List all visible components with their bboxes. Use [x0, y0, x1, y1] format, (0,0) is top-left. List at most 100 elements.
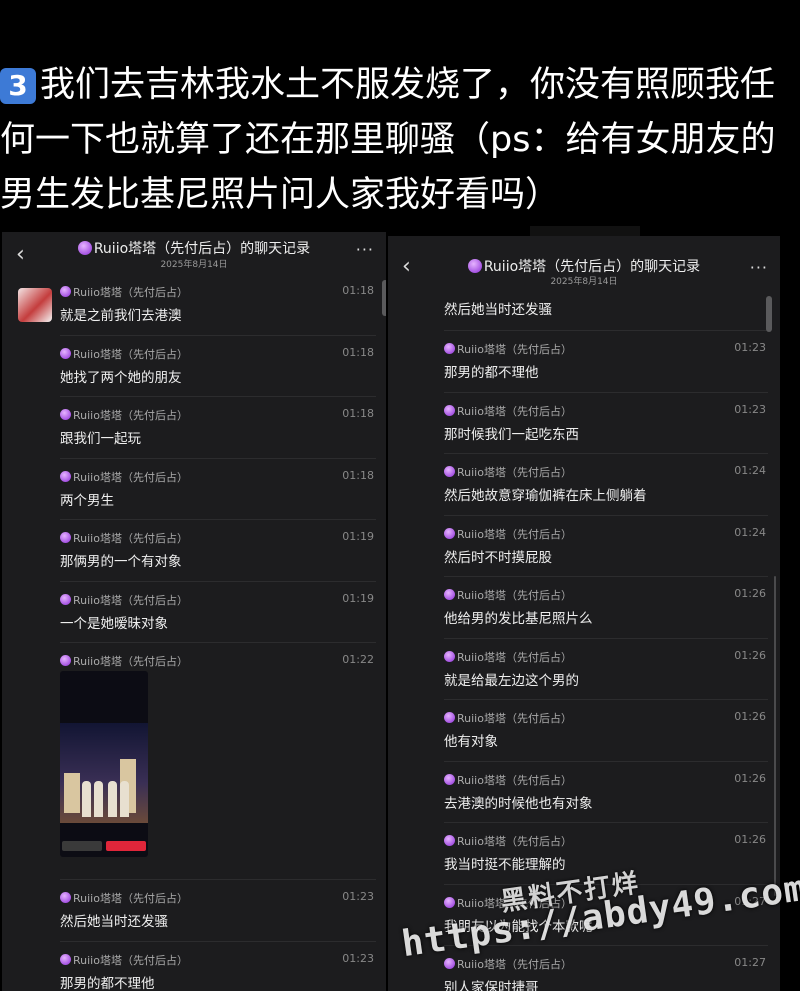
message-text: 他给男的发比基尼照片么	[444, 611, 593, 627]
avatar-icon	[60, 470, 71, 482]
list-item[interactable]: Ruiio塔塔（先付后占） 01:23 那男的都不理他	[60, 942, 376, 991]
message-time: 01:23	[734, 341, 766, 354]
list-item[interactable]: Ruiio塔塔（先付后占） 01:19 那俩男的一个有对象	[60, 520, 376, 582]
photo-building	[64, 773, 80, 813]
sender-name: Ruiio塔塔（先付后占）	[444, 649, 572, 665]
message-time: 01:26	[734, 833, 766, 846]
message-text: 那男的都不理他	[60, 975, 155, 991]
message-text: 就是之前我们去港澳	[60, 308, 182, 324]
message-text: 他有对象	[444, 734, 498, 750]
photo-message[interactable]: Ruiio塔塔（先付后占） 01:22	[60, 643, 376, 880]
avatar-icon	[60, 593, 71, 605]
avatar-icon	[60, 532, 71, 543]
list-item[interactable]: Ruiio塔塔（先付后占） 01:24 然后她故意穿瑜伽裤在床上侧躺着	[444, 454, 768, 516]
message-time: 01:18	[342, 345, 374, 359]
list-item[interactable]: Ruiio塔塔（先付后占） 01:19 一个是她暧昧对象	[60, 582, 376, 643]
message-time: 01:19	[342, 530, 374, 543]
list-item[interactable]: Ruiio塔塔（先付后占） 01:26 他给男的发比基尼照片么	[444, 577, 768, 639]
message-text: 一个是她暧昧对象	[60, 615, 168, 632]
message-time: 01:26	[734, 648, 766, 662]
photo-buttons	[62, 841, 146, 853]
message-time: 01:18	[342, 284, 374, 297]
sender-name: Ruiio塔塔（先付后占）	[444, 587, 572, 603]
caption-line-1: 3 我们去吉林我水土不服发烧了，你没有照顾我任	[0, 58, 800, 113]
list-item[interactable]: Ruiio塔塔（先付后占） 01:18 跟我们一起玩	[60, 397, 376, 459]
list-item[interactable]: Ruiio塔塔（先付后占） 01:23 那时候我们一起吃东西	[444, 393, 768, 454]
avatar-icon	[60, 892, 71, 903]
message-text: 我当时挺不能理解的	[444, 857, 566, 873]
list-item[interactable]: Ruiio塔塔（先付后占） 01:23 然后她当时还发骚	[60, 880, 376, 942]
message-text: 她找了两个她的朋友	[60, 369, 182, 386]
message-text: 那俩男的一个有对象	[60, 554, 182, 570]
sender-name: Ruiio塔塔（先付后占）	[444, 526, 572, 542]
number-badge-icon: 3	[0, 68, 36, 104]
chat-history-left: ‹ Ruiio塔塔（先付后占）的聊天记录 2025年8月14日 ··· Ruii…	[2, 232, 386, 991]
photo-secondary-button	[62, 841, 102, 851]
avatar-icon	[467, 259, 482, 273]
avatar-icon	[444, 835, 455, 846]
sender-name: Ruiio塔塔（先付后占）	[444, 833, 572, 849]
avatar-icon	[60, 409, 71, 420]
avatar-icon	[444, 896, 455, 908]
sender-name: Ruiio塔塔（先付后占）	[60, 653, 188, 669]
scroll-track	[774, 576, 776, 896]
message-text: 去港澳的时候他也有对象	[444, 795, 593, 812]
avatar-icon	[444, 773, 455, 785]
message-text: 就是给最左边这个男的	[444, 672, 579, 689]
sender-name: Ruiio塔塔（先付后占）	[60, 284, 188, 300]
sender-name: Ruiio塔塔（先付后占）	[444, 341, 572, 357]
avatar-icon	[444, 589, 455, 600]
list-item[interactable]: Ruiio塔塔（先付后占） 01:18 她找了两个她的朋友	[60, 336, 376, 397]
chat-header: ‹ Ruiio塔塔（先付后占）的聊天记录 2025年8月14日 ···	[388, 236, 780, 287]
avatar-icon	[444, 958, 455, 969]
list-item[interactable]: Ruiio塔塔（先付后占） 01:18 就是之前我们去港澳	[60, 274, 376, 336]
message-time: 01:23	[734, 402, 766, 416]
list-item[interactable]: Ruiio塔塔（先付后占） 01:24 然后时不时摸屁股	[444, 516, 768, 577]
message-time: 01:24	[734, 464, 766, 477]
message-time: 01:18	[342, 468, 374, 482]
caption-line-2: 何一下也就算了还在那里聊骚（ps：给有女朋友的	[0, 120, 776, 160]
message-time: 01:27	[734, 956, 766, 969]
list-item[interactable]: Ruiio塔塔（先付后占） 01:26 就是给最左边这个男的	[444, 639, 768, 700]
photo-thumbnail[interactable]	[60, 671, 148, 857]
message-text: 那男的都不理他	[444, 365, 539, 381]
message-time: 01:26	[734, 771, 766, 785]
more-options-icon[interactable]: ···	[356, 240, 374, 259]
avatar-icon	[444, 466, 455, 477]
message-time: 01:26	[734, 710, 766, 723]
message-time: 01:23	[342, 951, 374, 965]
chat-date: 2025年8月14日	[160, 260, 228, 270]
sender-name: Ruiio塔塔（先付后占）	[60, 890, 188, 906]
avatar-icon	[60, 347, 71, 359]
more-options-icon[interactable]: ···	[750, 258, 768, 277]
message-text: 然后她当时还发骚	[444, 302, 552, 318]
message-time: 01:26	[734, 587, 766, 600]
message-time: 01:22	[342, 653, 374, 666]
photo-primary-button	[106, 841, 146, 851]
list-item[interactable]: Ruiio塔塔（先付后占） 01:26 去港澳的时候他也有对象	[444, 762, 768, 823]
photo-person	[94, 781, 103, 817]
sender-name: Ruiio塔塔（先付后占）	[60, 592, 188, 608]
sender-name: Ruiio塔塔（先付后占）	[444, 956, 572, 972]
chat-header: ‹ Ruiio塔塔（先付后占）的聊天记录 2025年8月14日 ···	[2, 232, 386, 278]
post-caption: 3 我们去吉林我水土不服发烧了，你没有照顾我任 何一下也就算了还在那里聊骚（ps：…	[0, 58, 800, 223]
message-text: 跟我们一起玩	[60, 431, 141, 447]
list-item[interactable]: Ruiio塔塔（先付后占） 01:18 两个男生	[60, 459, 376, 520]
message-text: 别人家保时捷哥	[444, 980, 539, 991]
list-item[interactable]: Ruiio塔塔（先付后占） 01:23 那男的都不理他	[444, 331, 768, 393]
scrollbar[interactable]	[766, 296, 772, 332]
scrollbar[interactable]	[382, 280, 386, 316]
message-list: Ruiio塔塔（先付后占） 01:18 就是之前我们去港澳 Ruiio塔塔（先付…	[2, 274, 386, 991]
sender-name: Ruiio塔塔（先付后占）	[444, 710, 572, 726]
sender-name: Ruiio塔塔（先付后占）	[444, 772, 572, 788]
sender-name: Ruiio塔塔（先付后占）	[60, 952, 188, 968]
chat-title: Ruiio塔塔（先付后占）的聊天记录	[2, 238, 386, 258]
photo-person	[82, 781, 91, 817]
message-time: 01:23	[342, 890, 374, 903]
message-time: 01:24	[734, 525, 766, 539]
message-text: 那时候我们一起吃东西	[444, 426, 579, 443]
list-item[interactable]: 然后她当时还发骚	[444, 286, 768, 331]
list-item[interactable]: Ruiio塔塔（先付后占） 01:26 他有对象	[444, 700, 768, 762]
avatar-icon	[444, 404, 455, 416]
message-text: 两个男生	[60, 492, 114, 509]
